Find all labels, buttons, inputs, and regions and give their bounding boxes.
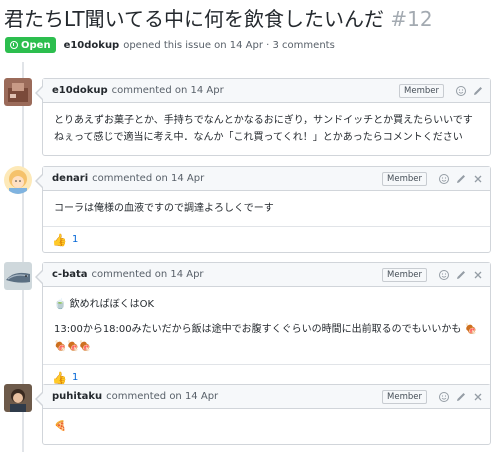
comment-card: e10dokup commented on 14 Apr Member とりあえ… [35,78,491,156]
thumbs-up-icon[interactable]: 👍 [52,233,67,247]
comment-author[interactable]: puhitaku [52,391,102,402]
comment-author[interactable]: c-bata [52,269,88,280]
comment-body: 🍵 飲めればぼくはOK 13:00から18:00みたいだから飯は途中でお腹すくぐ… [43,287,490,364]
issue-opened-icon [10,41,18,49]
pencil-icon[interactable] [455,391,467,403]
pencil-icon[interactable] [455,269,467,281]
reaction-count[interactable]: 1 [72,234,78,245]
smiley-icon[interactable] [438,173,450,185]
comment-text: コーラは俺様の血液ですので調達よろしくでーす [54,203,274,214]
comment-timestamp[interactable]: commented on 14 Apr [92,173,204,184]
issue-number: #12 [390,7,433,31]
avatar-e10dokup[interactable] [4,78,32,106]
comment-card: denari commented on 14 Apr Member コーラは俺様… [35,166,491,253]
comment-card: puhitaku commented on 14 Apr Member 🍕 [35,384,491,445]
avatar-c-bata[interactable] [4,262,32,290]
comment-timestamp[interactable]: commented on 14 Apr [92,269,204,280]
close-icon[interactable] [472,269,484,281]
issue-title: 君たちLT聞いてる中に何を飲食したいんだ #12 [4,6,494,32]
comment-text: とりあえずお菓子とか、手持ちでなんとかなるおにぎり，サンドイッチとか買えたらいい… [54,115,473,143]
member-badge: Member [399,83,444,98]
comment-author[interactable]: denari [52,173,88,184]
comment-card: c-bata commented on 14 Apr Member 🍵 飲めれば… [35,262,491,391]
smiley-icon[interactable] [438,391,450,403]
reaction-count[interactable]: 1 [72,372,78,383]
comment-body: 🍕 [43,409,490,444]
status-badge: Open [5,37,56,53]
member-badge: Member [382,389,427,404]
comment-text: 🍵 飲めればぼくはOK [54,299,155,310]
avatar-denari[interactable] [4,166,32,194]
pencil-icon[interactable] [455,173,467,185]
member-badge: Member [382,267,427,282]
avatar-puhitaku[interactable] [4,384,32,412]
comment-body: コーラは俺様の血液ですので調達よろしくでーす [43,191,490,226]
comment-timestamp[interactable]: commented on 14 Apr [112,85,224,96]
pencil-icon[interactable] [472,85,484,97]
comment-header: c-bata commented on 14 Apr Member [43,263,490,287]
close-icon[interactable] [472,173,484,185]
reaction-bar: 👍 1 [43,226,490,252]
member-badge: Member [382,171,427,186]
issue-meta-text: opened this issue on 14 Apr · 3 comments [123,39,335,51]
status-badge-label: Open [21,39,51,51]
comment-text: 🍕 [54,421,67,432]
close-icon[interactable] [472,391,484,403]
issue-author-link[interactable]: e10dokup [64,40,120,51]
issue-title-text: 君たちLT聞いてる中に何を飲食したいんだ [4,7,385,31]
smiley-icon[interactable] [455,85,467,97]
comment-header: denari commented on 14 Apr Member [43,167,490,191]
comment-body: とりあえずお菓子とか、手持ちでなんとかなるおにぎり，サンドイッチとか買えたらいい… [43,103,490,155]
comment-author[interactable]: e10dokup [52,85,108,96]
comment-header: e10dokup commented on 14 Apr Member [43,79,490,103]
smiley-icon[interactable] [438,269,450,281]
issue-meta: Open e10dokup opened this issue on 14 Ap… [5,37,335,53]
comment-timestamp[interactable]: commented on 14 Apr [106,391,218,402]
comment-text: 13:00から18:00みたいだから飯は途中でお腹すくぐらいの時間に出前取るので… [54,324,478,352]
thumbs-up-icon[interactable]: 👍 [52,371,67,385]
comment-header: puhitaku commented on 14 Apr Member [43,385,490,409]
